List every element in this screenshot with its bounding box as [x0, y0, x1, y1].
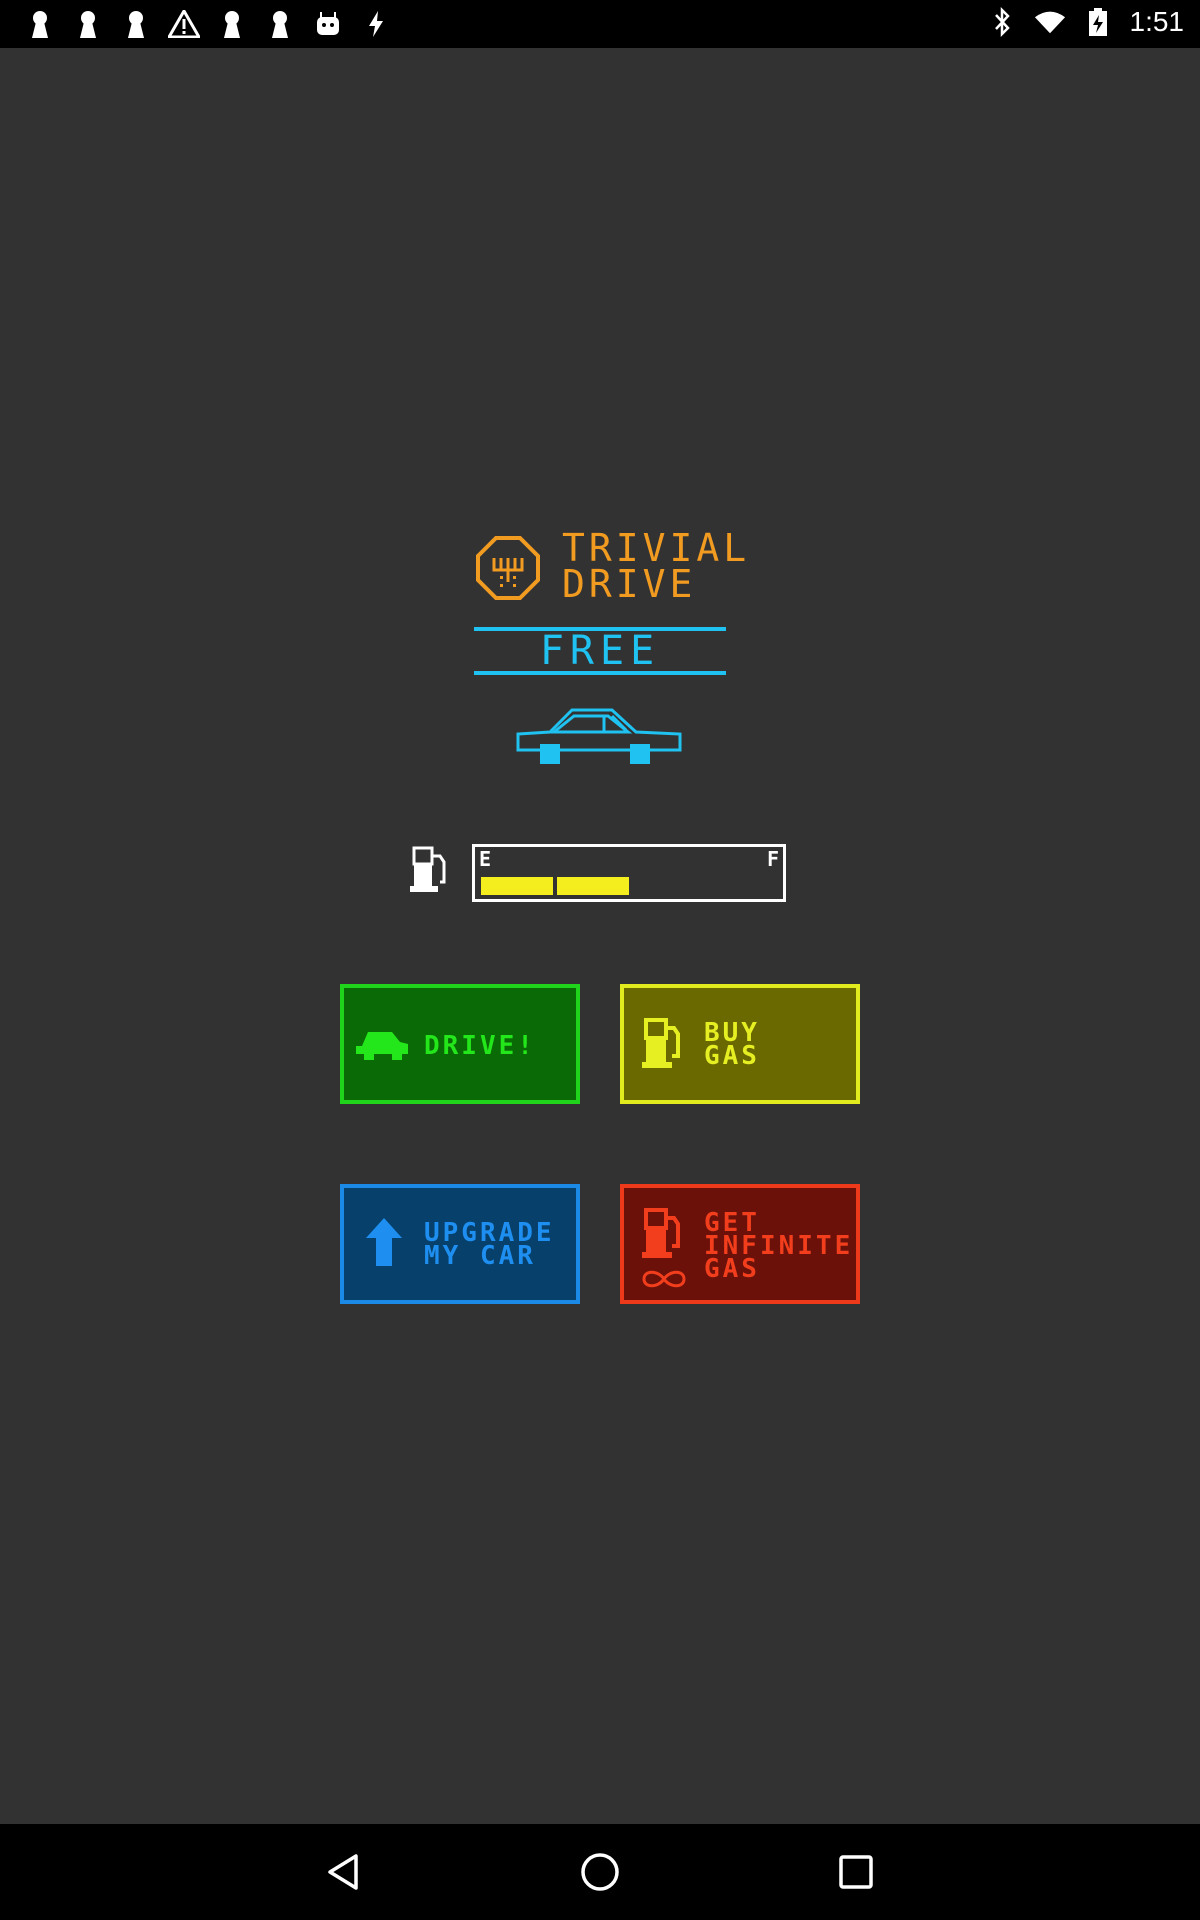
flash-icon [360, 8, 392, 40]
gas-gauge: E F [472, 844, 786, 902]
system-status: 1:51 [986, 6, 1185, 38]
gauge-fill [481, 877, 629, 895]
status-bar: 1:51 [0, 0, 1200, 48]
car-side-icon [354, 1026, 410, 1066]
wifi-icon [1034, 6, 1066, 38]
app-title-line2: DRIVE [562, 562, 697, 606]
infinite-gas-button-label: GET INFINITE GAS [704, 1208, 854, 1284]
bluetooth-icon [986, 6, 1018, 38]
warning-icon [168, 8, 200, 40]
keyhole-icon [216, 8, 248, 40]
notification-icons [24, 8, 392, 40]
app-title-line1: TRIVIAL [562, 526, 751, 570]
arrow-up-icon [364, 1216, 404, 1272]
upgrade-car-button[interactable]: UPGRADE MY CAR [340, 1184, 580, 1304]
keyhole-icon [264, 8, 296, 40]
gauge-empty-label: E [479, 847, 492, 871]
back-icon[interactable] [318, 1846, 370, 1898]
car-icon [516, 704, 684, 766]
gas-pump-icon [410, 846, 450, 894]
drive-button[interactable]: DRIVE! [340, 984, 580, 1104]
infinite-gas-button[interactable]: GET INFINITE GAS [620, 1184, 860, 1304]
gear-shift-logo-icon [476, 536, 540, 600]
gas-pump-icon [642, 1018, 682, 1074]
buy-gas-button-label: BUY GAS [704, 1018, 760, 1071]
edition-label: FREE [474, 627, 726, 675]
infinity-icon [640, 1268, 688, 1294]
android-icon [312, 8, 344, 40]
battery-charging-icon [1082, 6, 1114, 38]
keyhole-icon [120, 8, 152, 40]
clock: 1:51 [1129, 6, 1185, 37]
recents-icon[interactable] [830, 1846, 882, 1898]
buy-gas-button[interactable]: BUY GAS [620, 984, 860, 1104]
gauge-segment [557, 877, 629, 895]
gauge-segment [481, 877, 553, 895]
app-title: TRIVIAL DRIVE [562, 526, 751, 606]
gas-pump-icon [642, 1208, 682, 1264]
home-icon[interactable] [574, 1846, 626, 1898]
keyhole-icon [24, 8, 56, 40]
keyhole-icon [72, 8, 104, 40]
navigation-bar [0, 1824, 1200, 1920]
upgrade-car-button-label: UPGRADE MY CAR [424, 1218, 555, 1271]
gauge-full-label: F [766, 847, 779, 871]
drive-button-label: DRIVE! [424, 1031, 536, 1061]
